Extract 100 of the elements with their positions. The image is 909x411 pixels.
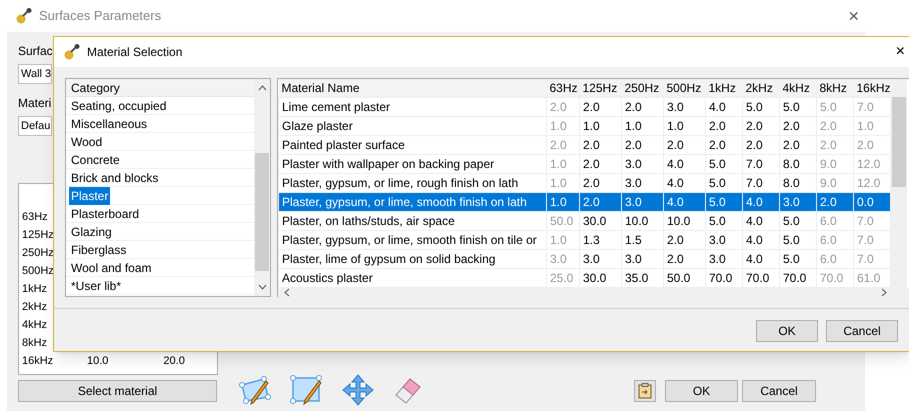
- table-cell: Plaster, gypsum, or lime, smooth finish on tile or: [278, 230, 546, 250]
- column-header[interactable]: 2kHz: [742, 79, 780, 98]
- app-icon: [15, 7, 33, 25]
- table-cell: 2.0: [706, 136, 742, 154]
- category-item[interactable]: Plaster: [69, 186, 110, 204]
- table-cell: 5.0: [706, 154, 742, 174]
- table-cell: 2.0: [622, 136, 664, 154]
- table-row[interactable]: Plaster, lime of gypsum on solid backing 3.0 3.0 3.0 2.0 3.0 4.0 5.0 6.0 7.0: [278, 250, 891, 268]
- table-cell: 2.0: [580, 136, 622, 154]
- table-cell: 4.0: [664, 192, 706, 212]
- table-row[interactable]: Plaster, on laths/studs, air space 50.0 30.0 10.0 10.0 5.0 4.0 5.0 6.0 7.0: [278, 212, 891, 230]
- table-cell: 5.0: [780, 212, 816, 230]
- table-cell: 9.0: [816, 154, 854, 174]
- table-cell-text: 20.0: [163, 354, 185, 369]
- frequency-label: 250Hz: [22, 246, 52, 261]
- move-arrows-icon[interactable]: [342, 374, 374, 406]
- column-header[interactable]: 63Hz: [546, 79, 580, 98]
- table-cell: Lime cement plaster: [278, 98, 546, 116]
- table-cell: 1.0: [546, 230, 580, 250]
- material-field[interactable]: Defau: [18, 116, 52, 136]
- scroll-right-icon[interactable]: [881, 288, 887, 297]
- table-cell-text: 10.0: [87, 354, 108, 369]
- ok-button[interactable]: OK: [756, 320, 818, 342]
- frequency-label: 1kHz: [22, 282, 48, 297]
- table-cell: 3.0: [622, 250, 664, 268]
- scrollbar[interactable]: [891, 79, 908, 288]
- cancel-button[interactable]: Cancel: [826, 320, 898, 342]
- column-header[interactable]: 8kHz: [816, 79, 854, 98]
- polygon-edit-icon[interactable]: [238, 375, 272, 405]
- clipboard-icon[interactable]: [634, 380, 656, 402]
- table-row[interactable]: Plaster, gypsum, or lime, smooth finish on lath 1.0 2.0 3.0 4.0 5.0 4.0 3.0 2.0 0.0: [278, 192, 891, 212]
- surface-field[interactable]: Wall 3: [18, 64, 52, 84]
- category-item[interactable]: Fiberglass: [69, 240, 128, 258]
- table-cell: 1.0: [664, 116, 706, 136]
- table-cell: 1.0: [580, 116, 622, 136]
- table-row[interactable]: Plaster with wallpaper on backing paper 1.0 2.0 3.0 4.0 5.0 7.0 8.0 9.0 12.0: [278, 154, 891, 174]
- table-cell: 2.0: [622, 98, 664, 116]
- table-cell: 2.0: [742, 136, 780, 154]
- select-material-button[interactable]: Select material: [18, 380, 217, 402]
- table-cell: 3.0: [706, 230, 742, 250]
- column-header[interactable]: 16kHz: [854, 79, 891, 98]
- category-item[interactable]: Seating, occupied: [69, 96, 168, 114]
- table-row[interactable]: Painted plaster surface 2.0 2.0 2.0 2.0 2.0 2.0 2.0 2.0 2.0: [278, 136, 891, 154]
- table-cell: 30.0: [580, 212, 622, 230]
- category-item[interactable]: Brick and blocks: [69, 168, 160, 186]
- rectangle-edit-icon[interactable]: [290, 375, 324, 405]
- table-cell: Plaster, on laths/studs, air space: [278, 212, 546, 230]
- scrollbar[interactable]: [254, 79, 270, 296]
- table-cell: 1.0: [622, 116, 664, 136]
- table-cell: 5.0: [816, 98, 854, 116]
- table-cell: 8.0: [780, 154, 816, 174]
- table-cell: 5.0: [706, 192, 742, 212]
- category-item[interactable]: Wood: [69, 132, 104, 150]
- column-header[interactable]: Category: [66, 79, 254, 97]
- column-header[interactable]: 500Hz: [664, 79, 706, 98]
- table-cell: 4.0: [742, 192, 780, 212]
- close-icon[interactable]: ×: [896, 40, 905, 64]
- table-cell: 7.0: [854, 98, 891, 116]
- category-item[interactable]: *User lib*: [69, 276, 124, 294]
- frequency-label: 63Hz: [22, 210, 49, 225]
- table-cell: 3.0: [580, 250, 622, 268]
- category-item[interactable]: Wool and foam: [69, 258, 154, 276]
- category-item[interactable]: Plasterboard: [69, 204, 142, 222]
- column-header[interactable]: Material Name: [278, 79, 546, 98]
- column-header[interactable]: 4kHz: [780, 79, 816, 98]
- table-cell: 4.0: [706, 98, 742, 116]
- app-icon: [63, 43, 81, 61]
- table-cell: 2.0: [706, 116, 742, 136]
- table-cell: 4.0: [742, 212, 780, 230]
- category-item[interactable]: Glazing: [69, 222, 114, 240]
- table-cell: 2.0: [780, 136, 816, 154]
- table-cell: 2.0: [816, 192, 854, 212]
- column-header[interactable]: 125Hz: [580, 79, 622, 98]
- table-cell: 2.0: [742, 116, 780, 136]
- scroll-down-icon[interactable]: [258, 284, 266, 290]
- table-row[interactable]: Plaster, gypsum, or lime, smooth finish on tile or 1.0 1.3 1.5 2.0 3.0 4.0 5.0 6.0 7.0: [278, 230, 891, 250]
- table-cell: 2.0: [780, 116, 816, 136]
- table-cell: 7.0: [742, 154, 780, 174]
- column-header[interactable]: 1kHz: [706, 79, 742, 98]
- frequency-label: 125Hz: [22, 228, 52, 243]
- table-cell: 4.0: [742, 250, 780, 268]
- table-cell: 5.0: [742, 98, 780, 116]
- table-cell: 3.0: [546, 250, 580, 268]
- table-cell: 2.0: [546, 98, 580, 116]
- table-cell: Plaster with wallpaper on backing paper: [278, 154, 546, 174]
- scroll-left-icon[interactable]: [284, 288, 290, 297]
- close-icon[interactable]: ×: [848, 2, 859, 30]
- cancel-button[interactable]: Cancel: [742, 380, 816, 402]
- category-item[interactable]: Concrete: [69, 150, 122, 168]
- ok-button[interactable]: OK: [665, 380, 738, 402]
- horizontal-scrollbar[interactable]: [278, 288, 909, 297]
- frequency-label: 8kHz: [22, 336, 48, 351]
- scroll-up-icon[interactable]: [258, 85, 266, 91]
- frequency-label: 16kHz: [22, 354, 52, 369]
- table-row[interactable]: Glaze plaster 1.0 1.0 1.0 1.0 2.0 2.0 2.0 2.0 1.0: [278, 116, 891, 136]
- table-cell: 10.0: [664, 212, 706, 230]
- category-item[interactable]: Miscellaneous: [69, 114, 150, 132]
- table-cell: 4.0: [742, 230, 780, 250]
- table-row[interactable]: Lime cement plaster 2.0 2.0 2.0 3.0 4.0 5.0 5.0 5.0 7.0: [278, 98, 891, 116]
- column-header[interactable]: 250Hz: [622, 79, 664, 98]
